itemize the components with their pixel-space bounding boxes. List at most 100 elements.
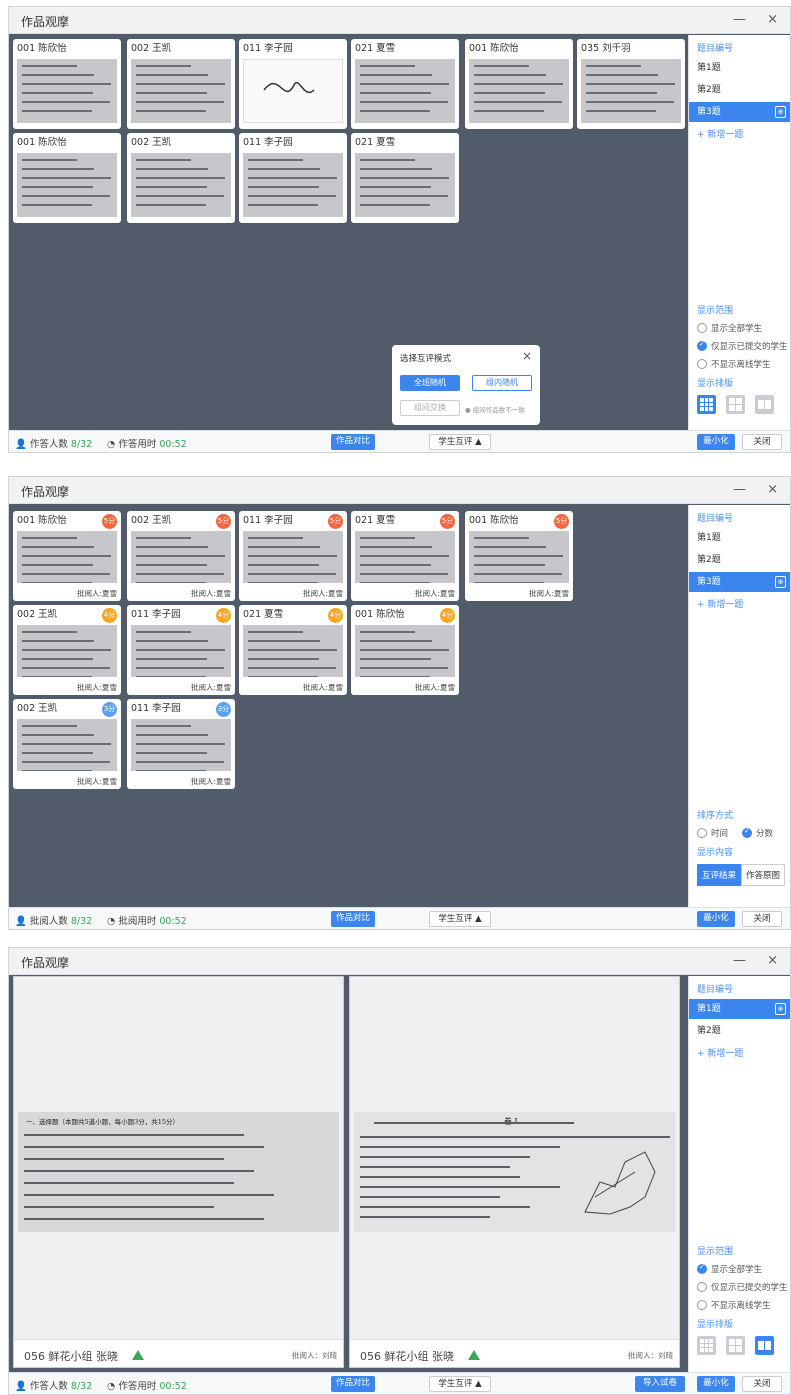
close-button[interactable]: 关闭 [742, 911, 782, 927]
student-work-card[interactable]: 001 陈欣怡 [465, 39, 573, 129]
question-item-2[interactable]: 第2题 [689, 80, 790, 100]
add-question-button[interactable]: + 新增一题 [689, 124, 790, 143]
question-item-1[interactable]: 第1题 [689, 58, 790, 78]
student-work-card[interactable]: 021 夏雪 [351, 133, 459, 223]
student-work-card[interactable]: 011 李子园 [239, 133, 347, 223]
peer-review-button[interactable]: 学生互评 ▲ [429, 911, 491, 927]
graded-work-card[interactable]: 011 李子园 3分 批阅人:夏雪 [127, 699, 235, 789]
minimize-button[interactable]: 最小化 [697, 1376, 735, 1392]
radio-show-submitted[interactable]: 仅显示已提交的学生 [689, 1278, 790, 1296]
original-answer-tab[interactable]: 作答原图 [741, 864, 786, 886]
grader-label: 批阅人:夏雪 [302, 589, 343, 598]
answer-count: 👤 作答人数 8/32 [15, 1381, 93, 1392]
close-icon[interactable]: × [767, 12, 778, 27]
student-work-card[interactable]: 011 李子园 [239, 39, 347, 129]
layout-grid-9-icon[interactable] [697, 1336, 716, 1355]
graded-work-card[interactable]: 021 夏雪 4分 批阅人:夏雪 [239, 605, 347, 695]
layout-grid-9-icon[interactable] [697, 395, 716, 414]
peer-result-tab[interactable]: 互评结果 [697, 864, 742, 886]
close-icon[interactable]: × [767, 482, 778, 497]
add-question-button[interactable]: + 新增一题 [689, 1043, 790, 1062]
expand-triangle-icon[interactable] [468, 1350, 480, 1360]
peer-review-button[interactable]: 学生互评 ▲ [429, 1376, 491, 1392]
group-random-button[interactable]: 组内随机 [472, 375, 532, 391]
answer-thumbnail [131, 153, 231, 217]
graded-work-card[interactable]: 001 陈欣怡 5分 批阅人:夏雪 [13, 511, 121, 601]
close-button[interactable]: 关闭 [742, 1376, 782, 1392]
work-compare-button[interactable]: 作品对比 [331, 434, 375, 450]
answer-thumbnail [17, 59, 117, 123]
student-work-card[interactable]: 001 陈欣怡 [13, 39, 121, 129]
student-work-card[interactable]: 035 刘千羽 [577, 39, 685, 129]
answer-paper-right[interactable]: 卷 I 056 鲜花小组 张晓 批阅人：刘晴 [349, 976, 680, 1368]
sort-by-score-radio[interactable]: 分数 [742, 827, 773, 839]
question-item-2[interactable]: 第2题 [689, 550, 790, 570]
work-compare-button[interactable]: 作品对比 [331, 911, 375, 927]
minimize-icon[interactable]: — [733, 953, 746, 968]
class-random-button[interactable]: 全班随机 [400, 375, 460, 391]
title-bar: 作品观摩 — × [9, 477, 790, 504]
graded-work-card[interactable]: 002 王凯 4分 批阅人:夏雪 [13, 605, 121, 695]
graded-work-card[interactable]: 011 李子园 4分 批阅人:夏雪 [127, 605, 235, 695]
score-badge: 4分 [102, 608, 117, 623]
grader-label: 批阅人：刘晴 [628, 1351, 673, 1360]
graded-work-card[interactable]: 021 夏雪 5分 批阅人:夏雪 [351, 511, 459, 601]
title-bar: 作品观摩 — × [9, 948, 790, 975]
copy-icon[interactable]: ⊕ [775, 1003, 786, 1015]
layout-grid-4-icon[interactable] [726, 395, 745, 414]
grader-label: 批阅人:夏雪 [190, 589, 231, 598]
radio-show-all[interactable]: 显示全部学生 [689, 319, 790, 337]
student-work-card[interactable]: 021 夏雪 [351, 39, 459, 129]
sort-by-time-radio[interactable]: 时间 [697, 827, 728, 839]
close-button[interactable]: 关闭 [742, 434, 782, 450]
graded-work-card[interactable]: 002 王凯 5分 批阅人:夏雪 [127, 511, 235, 601]
radio-hide-offline[interactable]: 不显示离线学生 [689, 1296, 790, 1314]
student-work-card[interactable]: 002 王凯 [127, 39, 235, 129]
score-badge: 5分 [554, 514, 569, 529]
graded-work-card[interactable]: 001 陈欣怡 5分 批阅人:夏雪 [465, 511, 573, 601]
sidebar: 题目编号 第1题 第2题 第3题 ⊕ + 新增一题 排序方式 时间 分数 显示内容… [688, 505, 790, 907]
graded-work-card[interactable]: 001 陈欣怡 4分 批阅人:夏雪 [351, 605, 459, 695]
import-paper-button[interactable]: 导入试卷 [635, 1376, 685, 1392]
minimize-icon[interactable]: — [733, 482, 746, 497]
answer-thumbnail [469, 59, 569, 123]
question-item-1[interactable]: 第1题 ⊕ [689, 999, 790, 1019]
score-badge: 5分 [328, 514, 343, 529]
copy-icon[interactable]: ⊕ [775, 576, 786, 588]
close-icon[interactable]: × [767, 953, 778, 968]
score-badge: 4分 [216, 608, 231, 623]
minimize-button[interactable]: 最小化 [697, 434, 735, 450]
answer-paper-left[interactable]: 一、选择题（本题共5道小题，每小题3分，共15分） 056 鲜花小组 张晓 批阅… [13, 976, 344, 1368]
layout-grid-2-icon[interactable] [755, 1336, 774, 1355]
grader-label: 批阅人:夏雪 [414, 589, 455, 598]
graded-work-card[interactable]: 011 李子园 5分 批阅人:夏雪 [239, 511, 347, 601]
student-work-card[interactable]: 002 王凯 [127, 133, 235, 223]
graded-work-card[interactable]: 002 王凯 3分 批阅人:夏雪 [13, 699, 121, 789]
layout-grid-4-icon[interactable] [726, 1336, 745, 1355]
question-item-2[interactable]: 第2题 [689, 1021, 790, 1041]
sort-label: 排序方式 [697, 811, 734, 821]
layout-grid-2-icon[interactable] [755, 395, 774, 414]
answer-thumbnail [131, 625, 231, 677]
student-label: 011 李子园 [243, 43, 293, 54]
minimize-icon[interactable]: — [733, 12, 746, 27]
dialog-close-icon[interactable]: × [522, 349, 532, 363]
peer-review-button[interactable]: 学生互评 ▲ [429, 434, 491, 450]
grader-count: 👤 批阅人数 8/32 [15, 916, 93, 927]
question-item-3[interactable]: 第3题 ⊕ [689, 572, 790, 592]
copy-icon[interactable]: ⊕ [775, 106, 786, 118]
group-exchange-button[interactable]: 组间交换 [400, 400, 460, 416]
add-question-button[interactable]: + 新增一题 [689, 594, 790, 613]
question-number-label: 题目编号 [697, 514, 734, 524]
title-bar: 作品观摩 — × [9, 7, 790, 34]
work-compare-button[interactable]: 作品对比 [331, 1376, 375, 1392]
question-item-3[interactable]: 第3题 ⊕ [689, 102, 790, 122]
minimize-button[interactable]: 最小化 [697, 911, 735, 927]
radio-show-submitted[interactable]: 仅显示已提交的学生 [689, 337, 790, 355]
work-gallery-panel-2: 作品观摩 — × 001 陈欣怡 5分 批阅人:夏雪 002 王凯 5分 批阅人:夏雪 01… [8, 476, 791, 930]
expand-triangle-icon[interactable] [132, 1350, 144, 1360]
radio-hide-offline[interactable]: 不显示离线学生 [689, 355, 790, 373]
radio-show-all[interactable]: 显示全部学生 [689, 1260, 790, 1278]
question-item-1[interactable]: 第1题 [689, 528, 790, 548]
student-work-card[interactable]: 001 陈欣怡 [13, 133, 121, 223]
